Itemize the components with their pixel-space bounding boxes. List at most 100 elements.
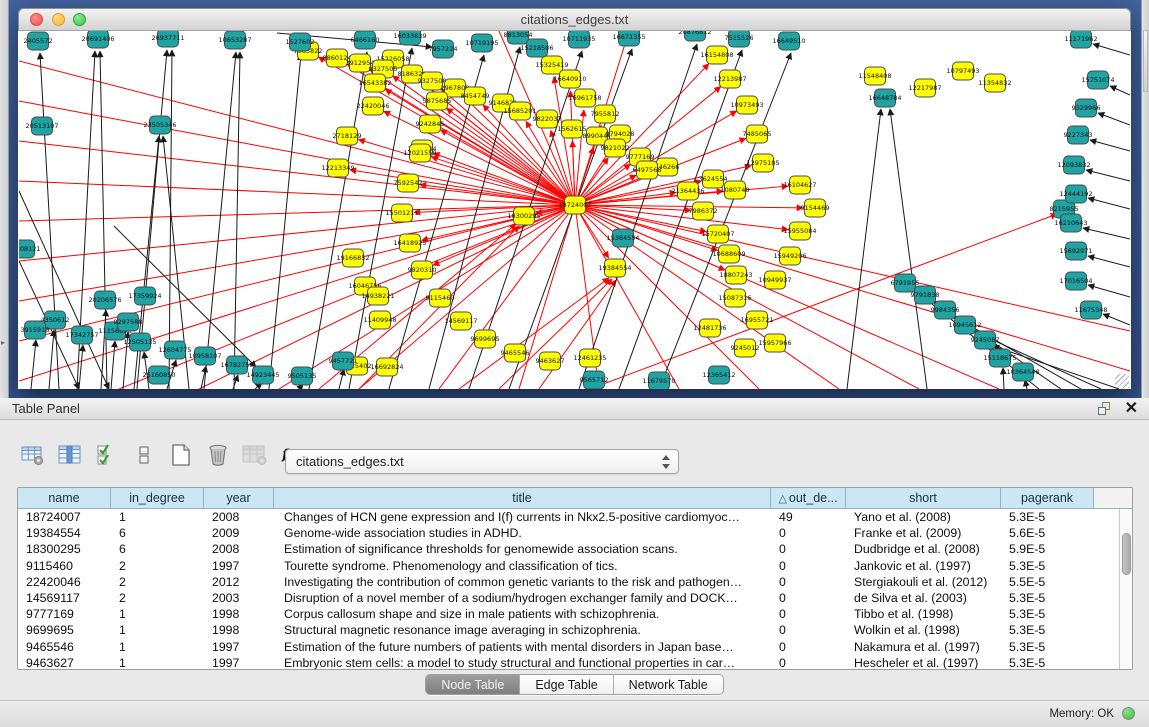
graph-node-label: 15949206 (773, 252, 806, 260)
window-resize-grip[interactable] (1115, 374, 1129, 388)
graph-node-label: 23505346 (143, 121, 176, 129)
table-row[interactable]: 969969511998Structural magnetic resonanc… (18, 622, 1119, 638)
column-header-out-de[interactable]: △out_de... (771, 488, 846, 509)
graph-node-label: 11409948 (363, 316, 396, 324)
graph-node-label: 16648784 (868, 94, 901, 102)
vertical-scrollbar[interactable] (1119, 509, 1132, 669)
graph-node-label: 20691406 (81, 35, 114, 43)
network-canvas[interactable]: 1872400776638228860124391295415226058932… (19, 31, 1130, 389)
table-selector-dropdown[interactable]: citations_edges.txt (285, 449, 679, 474)
graph-node-label: 8813054 (504, 31, 533, 39)
graph-node-label: 9245087 (971, 336, 1000, 344)
tab-node-table[interactable]: Node Table (426, 675, 520, 694)
table-body: 1872400712008Changes of HCN gene express… (18, 509, 1119, 669)
graph-node-label: 8215955 (1050, 205, 1079, 213)
graph-node-label: 9821022 (601, 144, 630, 152)
new-table-icon[interactable] (168, 442, 194, 468)
graph-node-label: 9154469 (801, 204, 830, 212)
table-row[interactable]: 1872400712008Changes of HCN gene express… (18, 509, 1119, 525)
cell-short: Franke et al. (2009) (846, 525, 1001, 541)
graph-node-label: 9565712 (580, 376, 609, 384)
cell-out-de: 49 (771, 509, 846, 525)
table-row[interactable]: 1456911722003Disruption of a novel membe… (18, 590, 1119, 606)
table-row[interactable]: 977716911998Corpus callosum shape and si… (18, 606, 1119, 622)
table-row[interactable]: 1938455462009Genome-wide association stu… (18, 525, 1119, 541)
column-header-short[interactable]: short (846, 488, 1001, 509)
graph-node-label: 12213349 (321, 164, 354, 172)
table-toolbar: f(x) (20, 438, 305, 472)
column-header-year[interactable]: year (204, 488, 274, 509)
select-rows-icon[interactable] (94, 442, 120, 468)
table-header-row: namein_degreeyeartitle△out_de...shortpag… (18, 488, 1132, 509)
graph-node-label: 15720407 (701, 230, 734, 238)
window-titlebar[interactable]: citations_edges.txt (18, 8, 1131, 31)
cell-year: 1998 (204, 622, 274, 638)
tab-edge-table[interactable]: Edge Table (520, 675, 613, 694)
cell-filler (1094, 509, 1119, 525)
table-panel-header: Table Panel ✕ (0, 398, 1149, 420)
cell-out-de: 0 (771, 655, 846, 669)
cell-pagerank: 5.3E-5 (1001, 606, 1094, 622)
cell-name: 19384554 (18, 525, 111, 541)
cell-short: Hescheler et al. (1997) (846, 655, 1001, 669)
graph-node-label: 10711935 (562, 35, 595, 43)
status-bar: Memory: OK (0, 700, 1149, 727)
cell-in-degree: 2 (111, 590, 204, 606)
close-icon[interactable]: ✕ (1125, 399, 1138, 419)
network-graph[interactable]: 1872400776638228860124391295415226058932… (19, 31, 1130, 389)
cell-name: 22420046 (18, 574, 111, 590)
right-panel-handle[interactable] (1143, 30, 1148, 92)
table-row[interactable]: 911546021997Tourette syndrome. Phenomeno… (18, 558, 1119, 574)
column-header-title[interactable]: title (274, 488, 771, 509)
table-row[interactable]: 946362711997Embryonic stem cells: a mode… (18, 655, 1119, 669)
graph-node-label: 9327505 (369, 65, 398, 73)
graph-node-label: 9297588 (114, 318, 143, 326)
graph-node-label: 16104627 (783, 181, 816, 189)
table-row[interactable]: 1830029562008Estimation of significance … (18, 541, 1119, 557)
graph-node-label: 10973493 (730, 101, 763, 109)
column-header-pagerank[interactable]: pagerank (1001, 488, 1094, 509)
left-panel-edge: ▸ (0, 0, 9, 398)
delete-table-icon[interactable] (205, 442, 231, 468)
zoom-button[interactable] (73, 13, 86, 26)
graph-node-label: 17342757 (65, 331, 98, 339)
select-columns-icon[interactable] (57, 442, 83, 468)
graph-node-label: 19308121 (19, 245, 41, 253)
graph-node-label: 7955812 (591, 110, 620, 118)
column-header-in-degree[interactable]: in_degree (111, 488, 204, 509)
cell-year: 1997 (204, 639, 274, 655)
float-window-icon[interactable] (1098, 402, 1113, 416)
cell-short: Wolkin et al. (1998) (846, 622, 1001, 638)
cell-in-degree: 1 (111, 606, 204, 622)
table-row[interactable]: 946554611997Estimation of the future num… (18, 639, 1119, 655)
sort-ascending-icon: △ (778, 493, 786, 505)
minimize-button[interactable] (52, 13, 65, 26)
network-view-window[interactable]: citations_edges.txt 18724007766382288601… (18, 8, 1131, 389)
graph-node-label: 16640910 (553, 75, 586, 83)
table-settings-icon[interactable] (20, 442, 46, 468)
cell-name: 18300295 (18, 541, 111, 557)
graph-node-label: 12021559 (403, 149, 436, 157)
graph-node-label: 9465546 (501, 349, 530, 357)
tab-network-table[interactable]: Network Table (614, 675, 723, 694)
cell-in-degree: 2 (111, 558, 204, 574)
cell-title: Genome-wide association studies in ADHD. (274, 525, 771, 541)
graph-node-label: 16782759 (220, 361, 253, 369)
cell-title: Tourette syndrome. Phenomenology and cla… (274, 558, 771, 574)
column-header-name[interactable]: name (18, 488, 111, 509)
cell-short: Stergiakouli et al. (2012) (846, 574, 1001, 590)
scrollbar-thumb[interactable] (1122, 533, 1131, 575)
panel-collapse-arrow-icon[interactable]: ▸ (1, 338, 5, 347)
graph-node-label: 14938221 (361, 292, 394, 300)
row-height-icon[interactable] (131, 442, 157, 468)
graph-node-label: 6466160 (351, 36, 380, 44)
table-row[interactable]: 2242004622012Investigating the contribut… (18, 574, 1119, 590)
cell-short: Nakamura et al. (1997) (846, 639, 1001, 655)
close-button[interactable] (30, 13, 43, 26)
cell-filler (1094, 574, 1119, 590)
graph-node-label: 7957224 (429, 45, 458, 53)
cell-in-degree: 6 (111, 525, 204, 541)
graph-node-label: 15325419 (535, 61, 568, 69)
graph-node-label: 12213987 (713, 75, 746, 83)
graph-node-label: 16033839 (393, 32, 426, 40)
